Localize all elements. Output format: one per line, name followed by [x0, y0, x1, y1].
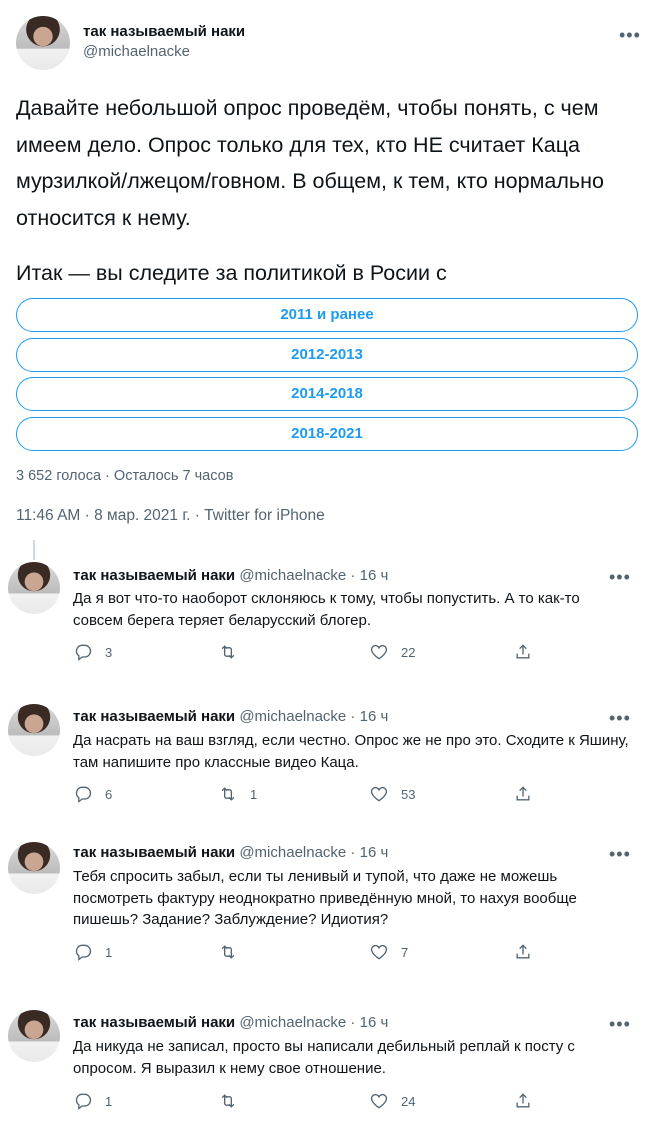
avatar[interactable] — [16, 16, 70, 70]
heart-icon — [370, 1093, 388, 1109]
retweet-icon — [221, 945, 235, 959]
more-icon[interactable]: ••• — [619, 26, 641, 44]
heart-icon — [370, 944, 388, 960]
retweet-icon — [221, 645, 235, 659]
retweet-button[interactable]: 1 — [218, 783, 257, 805]
reply-meta[interactable]: @michaelnacke · 16 ч — [239, 1014, 388, 1031]
more-icon[interactable]: ••• — [609, 845, 631, 863]
thread-line — [33, 540, 35, 560]
poll-option-3[interactable]: 2014-2018 — [16, 377, 638, 411]
share-button[interactable] — [513, 641, 533, 663]
heart-icon — [370, 644, 388, 660]
reply-icon — [75, 1093, 92, 1110]
reply-meta[interactable]: @michaelnacke · 16 ч — [239, 708, 388, 725]
more-icon[interactable]: ••• — [609, 709, 631, 727]
heart-icon — [370, 786, 388, 802]
like-count: 22 — [401, 644, 416, 660]
reply-actions: 1 24 — [73, 1090, 553, 1112]
like-button[interactable]: 24 — [369, 1090, 415, 1112]
reply-text: Да насрать на ваш взгляд, если честно. О… — [73, 732, 629, 771]
reply-tweet[interactable]: так называемый наки @michaelnacke · 16 ч… — [0, 992, 652, 1135]
retweet-button[interactable] — [218, 1090, 250, 1112]
avatar[interactable] — [8, 842, 60, 894]
like-button[interactable]: 53 — [369, 783, 415, 805]
reply-count: 6 — [105, 786, 113, 802]
like-count: 7 — [401, 944, 409, 960]
reply-header: так называемый наки @michaelnacke · 16 ч — [73, 1014, 388, 1031]
reply-header: так называемый наки @michaelnacke · 16 ч — [73, 708, 388, 725]
avatar[interactable] — [8, 1010, 60, 1062]
poll: 2011 и ранее 2012-2013 2014-2018 2018-20… — [16, 298, 638, 456]
reply-author-name[interactable]: так называемый наки — [73, 567, 235, 584]
reply-tweet[interactable]: так называемый наки @michaelnacke · 16 ч… — [0, 832, 652, 992]
author-block[interactable]: так называемый наки @michaelnacke — [83, 22, 245, 62]
poll-meta: 3 652 голоса · Осталось 7 часов — [16, 468, 234, 484]
reply-tweet[interactable]: так называемый наки @michaelnacke · 16 ч… — [0, 540, 652, 690]
tweet-text-paragraph-2: Итак — вы следите за политикой в Росии с — [16, 261, 447, 285]
reply-meta[interactable]: @michaelnacke · 16 ч — [239, 844, 388, 861]
reply-count: 1 — [105, 944, 113, 960]
share-icon — [516, 786, 530, 801]
retweet-count: 1 — [250, 786, 258, 802]
reply-text: Да я вот что-то наоборот склоняюсь к том… — [73, 590, 580, 629]
reply-icon — [75, 944, 92, 961]
like-count: 24 — [401, 1093, 416, 1109]
share-button[interactable] — [513, 783, 533, 805]
poll-option-1[interactable]: 2011 и ранее — [16, 298, 638, 332]
tweet-text: Давайте небольшой опрос проведём, чтобы … — [16, 90, 646, 292]
share-icon — [516, 644, 530, 659]
reply-actions: 6 1 53 — [73, 783, 553, 805]
reply-author-name[interactable]: так называемый наки — [73, 708, 235, 725]
reply-button[interactable]: 3 — [73, 641, 112, 663]
retweet-icon — [221, 1094, 235, 1108]
like-button[interactable]: 22 — [369, 641, 415, 663]
reply-header: так называемый наки @michaelnacke · 16 ч — [73, 567, 388, 584]
avatar[interactable] — [8, 562, 60, 614]
like-button[interactable]: 7 — [369, 941, 408, 963]
share-button[interactable] — [513, 1090, 533, 1112]
reply-tweet[interactable]: так называемый наки @michaelnacke · 16 ч… — [0, 690, 652, 832]
reply-count: 3 — [105, 644, 113, 660]
reply-meta[interactable]: @michaelnacke · 16 ч — [239, 567, 388, 584]
more-icon[interactable]: ••• — [609, 1015, 631, 1033]
avatar[interactable] — [8, 704, 60, 756]
reply-author-name[interactable]: так называемый наки — [73, 844, 235, 861]
reply-actions: 3 22 — [73, 641, 553, 663]
author-name[interactable]: так называемый наки — [83, 22, 245, 42]
share-icon — [516, 1093, 530, 1108]
like-count: 53 — [401, 786, 416, 802]
reply-icon — [75, 786, 92, 803]
reply-button[interactable]: 6 — [73, 783, 112, 805]
retweet-icon — [221, 787, 235, 801]
reply-header: так называемый наки @michaelnacke · 16 ч — [73, 844, 388, 861]
retweet-button[interactable] — [218, 641, 250, 663]
reply-icon — [75, 644, 92, 661]
author-handle[interactable]: @michaelnacke — [83, 42, 245, 62]
reply-button[interactable]: 1 — [73, 941, 112, 963]
share-button[interactable] — [513, 941, 533, 963]
poll-option-2[interactable]: 2012-2013 — [16, 337, 638, 372]
tweet-timestamp[interactable]: 11:46 AM · 8 мар. 2021 г. · Twitter for … — [16, 507, 325, 525]
reply-button[interactable]: 1 — [73, 1090, 112, 1112]
poll-option-4[interactable]: 2018-2021 — [16, 416, 638, 451]
reply-text: Да никуда не записал, просто вы написали… — [73, 1038, 575, 1077]
reply-actions: 1 7 — [73, 941, 553, 963]
share-icon — [516, 944, 530, 959]
tweet-text-paragraph-1: Давайте небольшой опрос проведём, чтобы … — [16, 96, 604, 230]
retweet-button[interactable] — [218, 941, 250, 963]
reply-count: 1 — [105, 1093, 113, 1109]
reply-author-name[interactable]: так называемый наки — [73, 1014, 235, 1031]
reply-text: Тебя спросить забыл, если ты ленивый и т… — [73, 868, 577, 928]
more-icon[interactable]: ••• — [609, 568, 631, 586]
